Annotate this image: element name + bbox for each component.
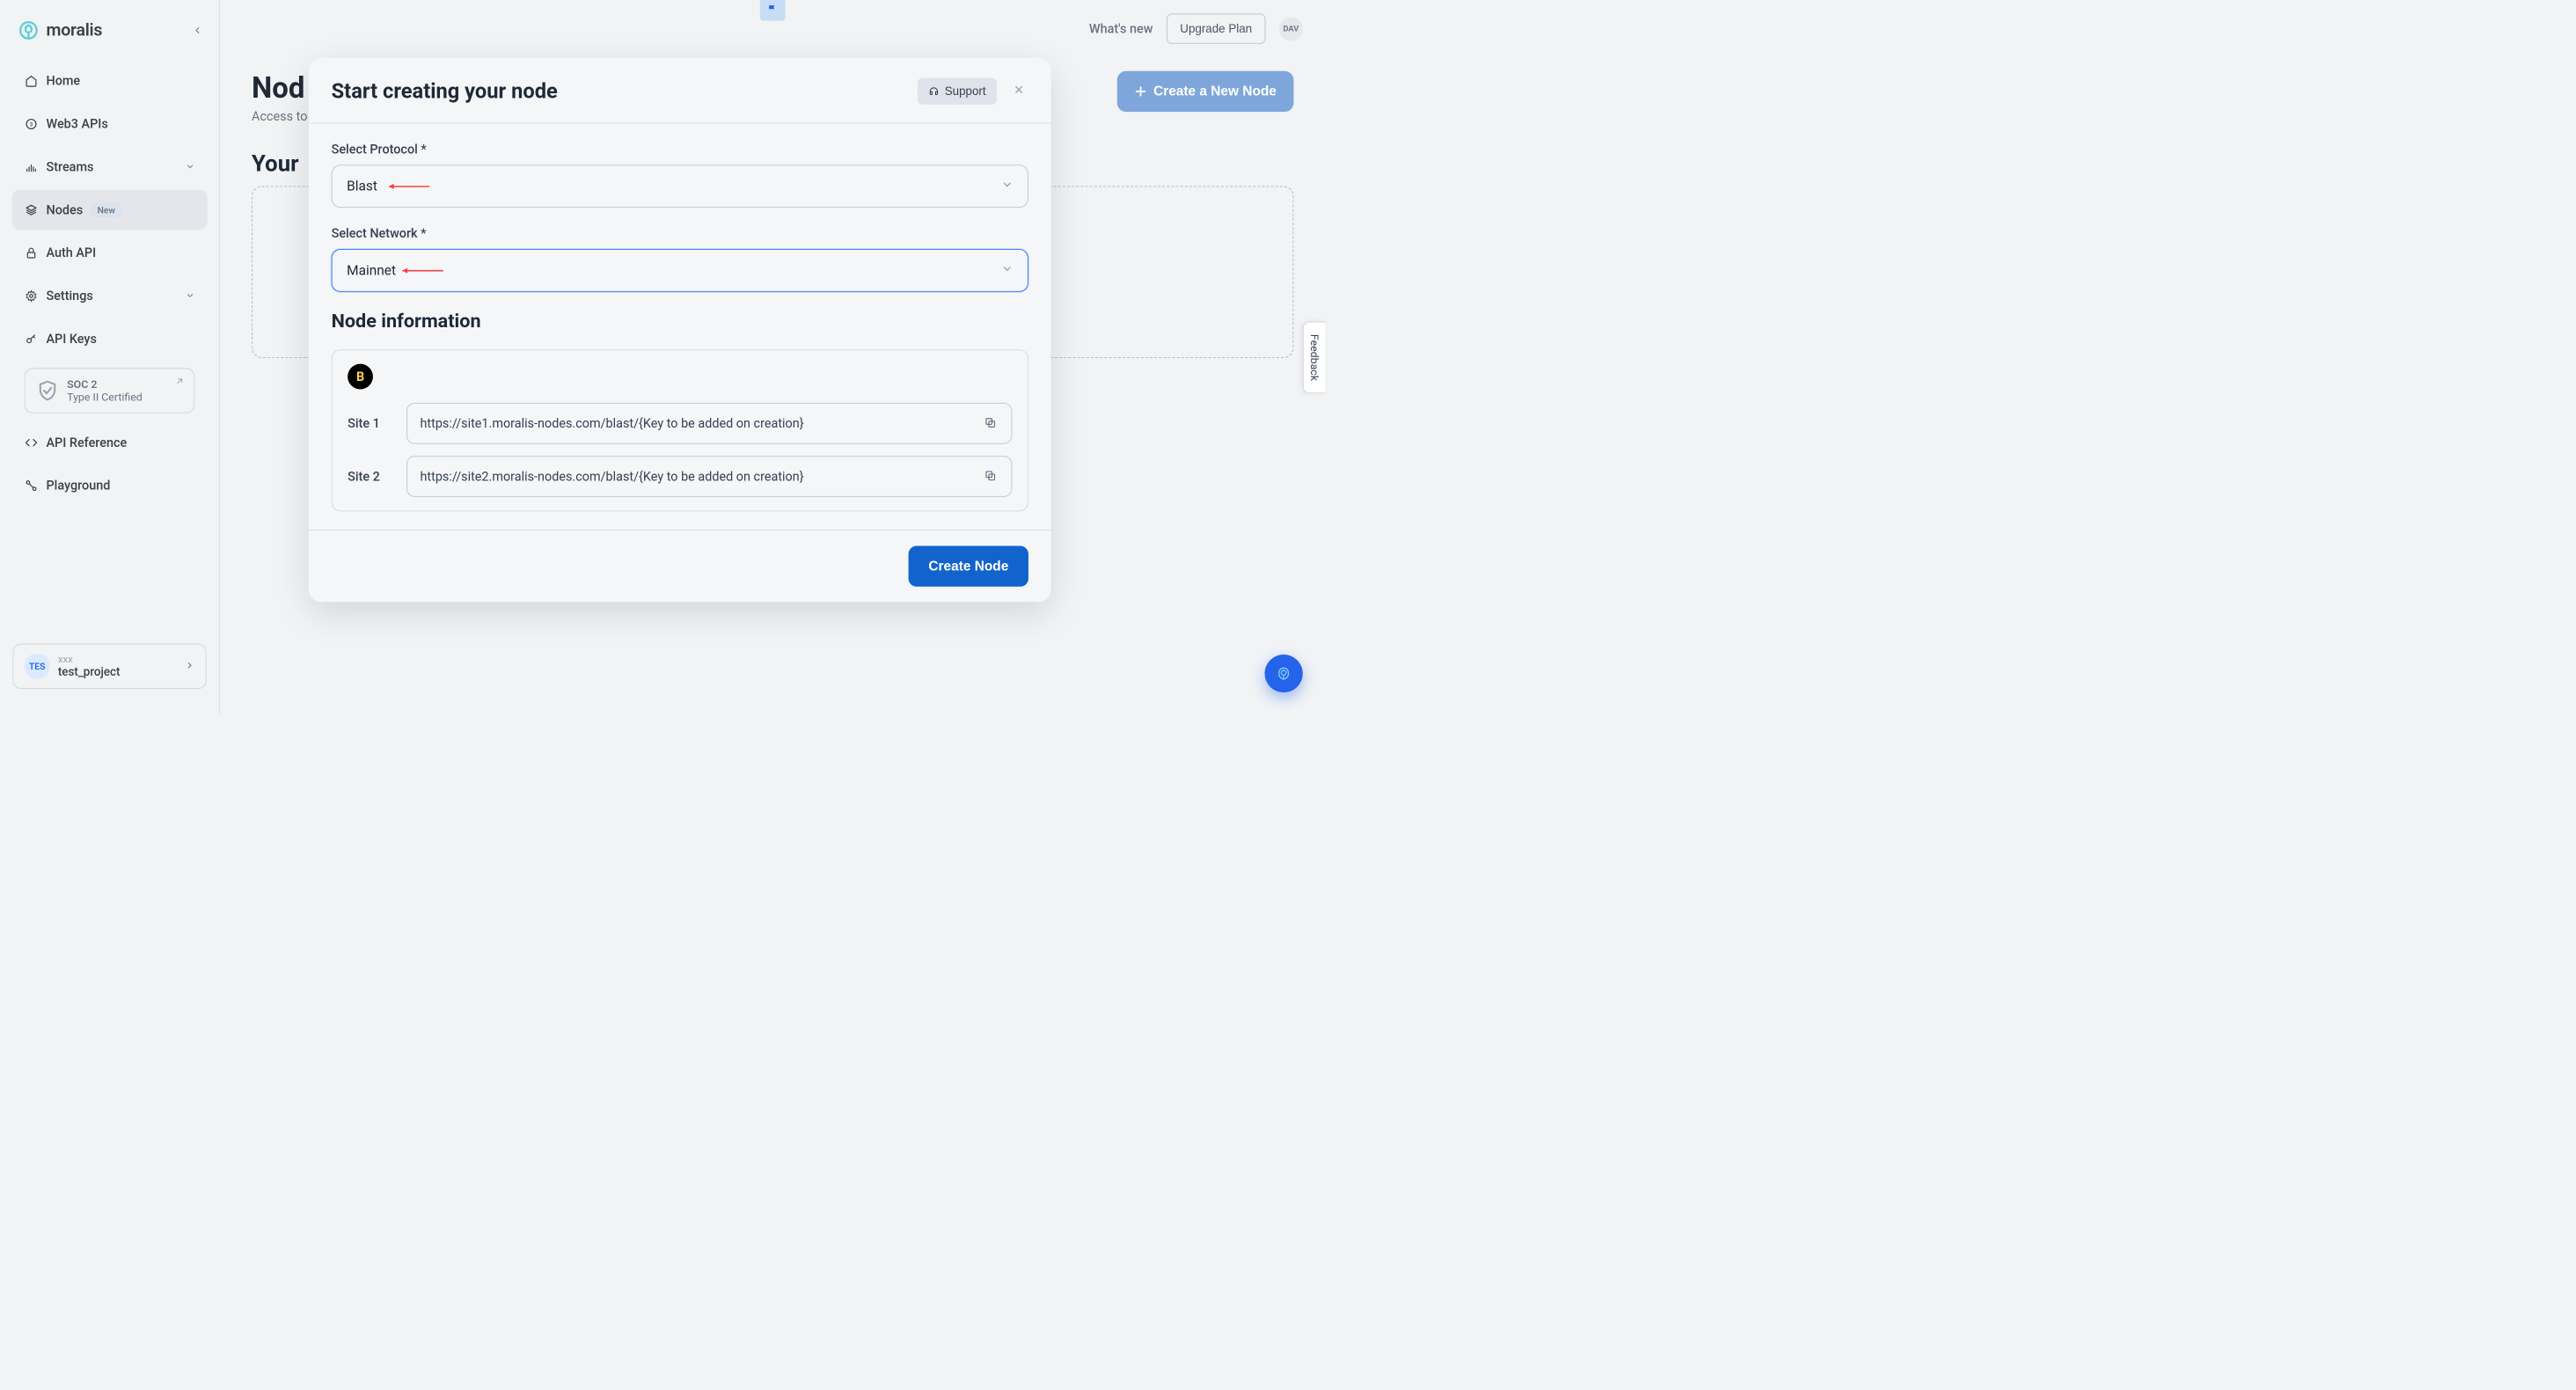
page-subtitle: Access to (252, 108, 307, 123)
logo-text: moralis (46, 20, 102, 40)
copy-button-2[interactable] (982, 467, 999, 485)
upgrade-plan-button[interactable]: Upgrade Plan (1167, 13, 1266, 43)
chevron-left-icon (193, 26, 202, 35)
copy-icon (984, 416, 997, 428)
modal-footer: Create Node (309, 530, 1051, 602)
home-icon (25, 74, 38, 87)
soc-sub: Type II Certified (67, 391, 143, 403)
nav-api-reference[interactable]: API Reference (11, 422, 207, 463)
network-value: Mainnet (347, 262, 396, 278)
nav-label: Streams (46, 159, 93, 174)
headset-icon (928, 85, 939, 96)
blast-icon: B (348, 364, 373, 390)
nav-label: API Reference (46, 435, 127, 450)
chevron-right-icon (185, 661, 194, 672)
network-label: Select Network * (332, 226, 1028, 241)
external-link-icon (175, 377, 185, 388)
site-row-1: Site 1 https://site1.moralis-nodes.com/b… (348, 403, 1012, 444)
site-url-field-1: https://site1.moralis-nodes.com/blast/{K… (406, 403, 1012, 444)
flag-tab[interactable] (760, 0, 786, 21)
soc-card[interactable]: SOC 2 Type II Certified (25, 368, 194, 413)
chevron-down-icon (186, 159, 194, 174)
cube-icon: 3 (25, 117, 38, 130)
network-select[interactable]: Mainnet (332, 249, 1028, 292)
key-icon (25, 332, 38, 345)
plus-icon (1134, 85, 1146, 98)
project-switcher[interactable]: TES xxx test_project (12, 644, 206, 689)
feedback-tab[interactable]: Feedback (1303, 321, 1326, 393)
close-modal-button[interactable] (1009, 80, 1028, 103)
user-avatar[interactable]: DAV (1279, 17, 1303, 40)
protocol-label: Select Protocol * (332, 142, 1028, 157)
modal-title: Start creating your node (332, 79, 558, 104)
support-label: Support (945, 84, 986, 99)
site-label: Site 1 (348, 416, 392, 431)
site-url: https://site2.moralis-nodes.com/blast/{K… (420, 469, 803, 484)
moralis-chat-icon (1274, 664, 1293, 684)
nav-label: Nodes (46, 202, 83, 217)
whats-new-link[interactable]: What's new (1089, 21, 1153, 36)
project-name: test_project (58, 665, 177, 678)
nav-streams[interactable]: Streams (11, 147, 207, 187)
nav-settings[interactable]: Settings (11, 275, 207, 316)
modal-header: Start creating your node Support (309, 58, 1051, 124)
chat-bubble[interactable] (1265, 655, 1303, 692)
page-title: Nod (252, 71, 307, 106)
arrow-annotation (400, 266, 445, 274)
streams-icon (25, 160, 38, 173)
nav-playground[interactable]: Playground (11, 465, 207, 506)
logo-icon (17, 18, 41, 43)
nodes-icon (25, 203, 38, 216)
nav-label: Settings (46, 289, 92, 304)
nav-label: Playground (46, 478, 110, 493)
chevron-down-icon (1001, 179, 1013, 194)
nav-label: Auth API (46, 245, 96, 260)
svg-text:3: 3 (30, 121, 33, 128)
new-badge: New (91, 202, 121, 216)
sidebar: moralis Home 3 Web3 APIs Streams Nodes N… (0, 0, 220, 715)
copy-button-1[interactable] (982, 414, 999, 432)
nav-list: Home 3 Web3 APIs Streams Nodes New Auth … (0, 61, 219, 631)
arrow-annotation (386, 182, 431, 191)
soc-title: SOC 2 (67, 378, 143, 391)
nav-nodes[interactable]: Nodes New (11, 190, 207, 230)
code-icon (25, 435, 38, 449)
support-button[interactable]: Support (918, 77, 997, 104)
site-label: Site 2 (348, 469, 392, 484)
close-icon (1013, 84, 1024, 95)
shield-icon (36, 379, 59, 402)
create-node-label: Create a New Node (1153, 84, 1277, 99)
project-avatar: TES (25, 654, 50, 679)
lock-icon (25, 246, 38, 260)
copy-icon (984, 470, 997, 482)
node-info-title: Node information (332, 310, 1028, 332)
chevron-down-icon (186, 289, 194, 304)
collapse-sidebar-button[interactable] (189, 22, 206, 39)
modal-body: Select Protocol * Blast Select Network *… (309, 123, 1051, 530)
nav-label: Web3 APIs (46, 116, 107, 131)
create-node-modal: Start creating your node Support Select … (309, 58, 1051, 602)
chevron-down-icon (1001, 262, 1013, 278)
site-url: https://site1.moralis-nodes.com/blast/{K… (420, 416, 803, 431)
create-node-submit-button[interactable]: Create Node (909, 545, 1028, 586)
nav-label: API Keys (46, 332, 96, 347)
nav-label: Home (46, 73, 80, 88)
nav-web3-apis[interactable]: 3 Web3 APIs (11, 104, 207, 144)
create-new-node-button[interactable]: Create a New Node (1117, 71, 1294, 112)
nav-api-keys[interactable]: API Keys (11, 318, 207, 359)
node-info-card: B Site 1 https://site1.moralis-nodes.com… (332, 349, 1028, 511)
protocol-select[interactable]: Blast (332, 165, 1028, 208)
project-label: xxx (58, 654, 177, 665)
sidebar-header: moralis (0, 13, 219, 61)
site-url-field-2: https://site2.moralis-nodes.com/blast/{K… (406, 456, 1012, 497)
nav-auth-api[interactable]: Auth API (11, 232, 207, 273)
gear-icon (25, 289, 38, 303)
protocol-value: Blast (347, 179, 377, 194)
site-row-2: Site 2 https://site2.moralis-nodes.com/b… (348, 456, 1012, 497)
logo[interactable]: moralis (17, 18, 103, 43)
nav-home[interactable]: Home (11, 61, 207, 101)
playground-icon (25, 479, 38, 492)
flag-icon (767, 4, 778, 14)
